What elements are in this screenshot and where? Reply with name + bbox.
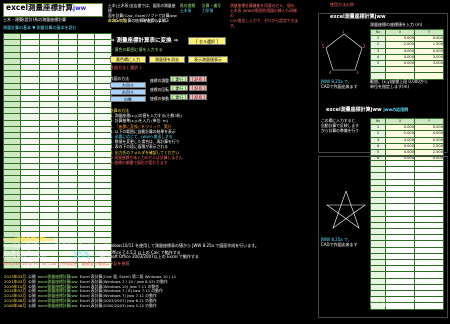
usage-side-notes: この欄に入力すると、 自動計算で反映します から計算の準備を行う bbox=[321, 118, 359, 133]
app-title-suffix: jww bbox=[73, 5, 87, 12]
adjust-mark-button[interactable]: [ 記号 ] bbox=[189, 76, 208, 82]
app-title-box: excel測量座標計算jww bbox=[3, 3, 103, 17]
left-input-grid bbox=[3, 32, 112, 270]
clear-values-button[interactable]: 測量値を消去 bbox=[149, 56, 185, 63]
svg-text:1: 1 bbox=[342, 30, 345, 34]
usage-table-3 bbox=[370, 159, 444, 310]
version-cell: 2008年06月 bbox=[4, 302, 27, 308]
pentagon-figure: 1 2 3 4 5 bbox=[322, 30, 366, 75]
options-actions: 座標の調整 [ 実行 ] [ 記号 ] 座標の回転 [ 実行 ] [ 記号 ] … bbox=[150, 76, 230, 102]
app-title-accent: 座標計算 bbox=[43, 3, 74, 12]
rotate-mark-button[interactable]: [ 記号 ] bbox=[189, 85, 208, 91]
move-mark-button[interactable]: [ 記号 ] bbox=[189, 94, 208, 100]
convert-hint: ← 黄色の範囲に値を入力する bbox=[110, 47, 163, 52]
usage-example-sub: 測量座標の座標値を入力 (m) bbox=[370, 22, 423, 27]
version-cell: excel測量座標計算jww bbox=[37, 302, 78, 308]
version-history: 2023年03月 公開 excel測量座標計算jww Excel 表計算(Calc 版… bbox=[3, 274, 177, 309]
bottom-info: excel測量座標計算jww excel測量座標計算jww は、表計算(Calc… bbox=[3, 238, 259, 267]
tag-column-2: 計算・複写 力学系 bbox=[202, 3, 230, 13]
rotate-run-button[interactable]: [ 実行 ] bbox=[170, 85, 189, 91]
app-title-main: excel測量 bbox=[6, 3, 44, 12]
usage-table-1: No X Y 1 0.000 0.000 2 2.000 1.500 3 4.000 0.000 4 4.… bbox=[370, 28, 444, 80]
usage-note-2: 範囲、(x,y)座標上段 0.000から 単位を指定します(m) bbox=[370, 297, 428, 307]
svg-text:5: 5 bbox=[322, 44, 325, 49]
header-note-right: 測量座標計算機能を用意のセル、値の、 土木系 JWWの範囲作用図の挿入も同様の … bbox=[230, 3, 299, 28]
usage-example-title: excel測量座標計算jww bbox=[330, 14, 386, 20]
svg-text:2: 2 bbox=[363, 44, 366, 49]
usage-caption-1: JWW 8.25a で、 CADで作図出来ます bbox=[321, 79, 358, 89]
svg-text:3: 3 bbox=[356, 70, 359, 75]
author-line: 令和5年版 DANJO v2303 bbox=[108, 18, 169, 23]
options-labels: 作図の方法 左回り 右回り 自動 bbox=[110, 76, 146, 103]
star-shape bbox=[326, 190, 366, 229]
adjust-run-button[interactable]: [ 実行 ] bbox=[170, 76, 189, 82]
link-basics[interactable]: 測量計算の基本 ▼ 測量計算の基本を読む bbox=[3, 25, 143, 31]
option-left[interactable]: 左回り bbox=[110, 82, 146, 88]
option-right[interactable]: 右回り bbox=[110, 89, 146, 95]
usage-note-1: 範囲、(x,y)座標上段 0.000から 単位を指定します(m) bbox=[370, 79, 428, 89]
star-figure bbox=[326, 190, 366, 229]
usage-title: 使用方法の例 bbox=[330, 2, 354, 7]
pentagon-shape bbox=[325, 33, 363, 71]
option-auto[interactable]: 自動 bbox=[110, 96, 146, 102]
cell-select-button[interactable]: [ セル選択 ] bbox=[188, 37, 226, 45]
version-cell: Excel 表計算(2000/2003) Jww 5.22 の動作 bbox=[79, 302, 157, 308]
version-cell: 公開 bbox=[28, 302, 36, 308]
input-yellow-button[interactable]: 黄色欄に入力 bbox=[110, 56, 146, 63]
convert-title: ⇒ 測量座標計算表に変換 ⇒ bbox=[110, 38, 179, 44]
convert-hint-2: 作図方法 [ 選択 ] bbox=[110, 65, 141, 70]
steps-panel: 計算の方法 1. 測量座標(x,y)の値を入力する(小数3桁) 2. 計算基準(… bbox=[110, 108, 183, 166]
move-run-button[interactable]: [ 実行 ] bbox=[170, 94, 189, 100]
sheet-link-mech[interactable]: 力学系 bbox=[202, 8, 230, 13]
version-row: 2008年06月 公開 excel測量座標計算jww Excel 表計算(2000/2… bbox=[3, 302, 177, 309]
usage-caption-2: JWW 8.25a で、 CADで作図出来ます bbox=[321, 237, 358, 247]
svg-text:4: 4 bbox=[329, 70, 332, 75]
recalc-button[interactable]: 表示測量値表示 bbox=[188, 56, 228, 63]
app-subtitle: 土木・建築(設計)系の測量座標計算 bbox=[3, 17, 67, 22]
usage-example2-title: excel測量座標計算jww jwwの応用例 bbox=[326, 107, 409, 113]
